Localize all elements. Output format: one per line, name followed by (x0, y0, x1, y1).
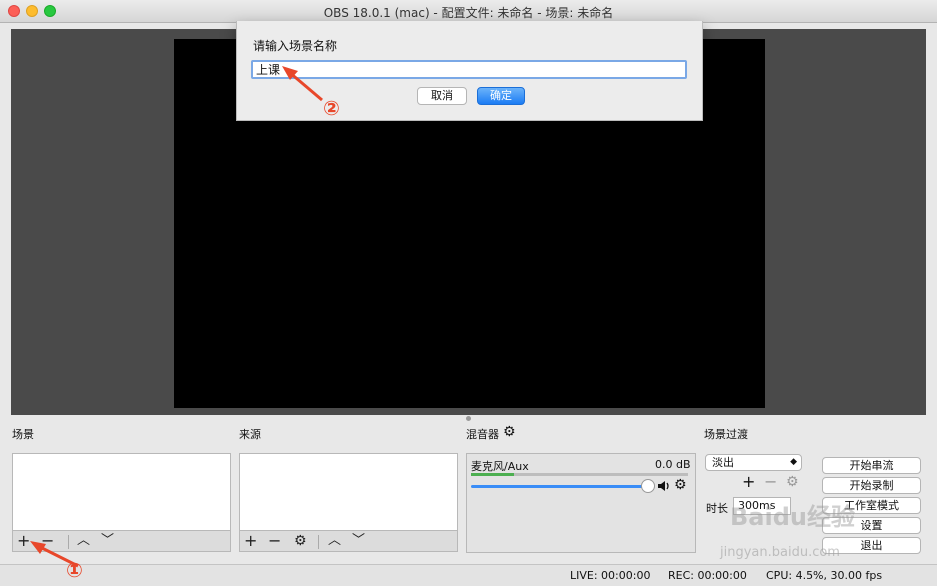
move-down-icon[interactable]: ﹀ (352, 531, 365, 551)
annotation-marker-2: ② (323, 96, 340, 120)
mixer-label: 混音器 (466, 428, 499, 441)
scene-name-input[interactable]: 上课 (251, 60, 687, 79)
scenes-toolbar: + − ︿ ﹀ (12, 530, 231, 552)
speaker-icon[interactable] (657, 480, 671, 492)
toolbar-divider (68, 535, 69, 549)
chevron-updown-icon: ◆ (790, 457, 797, 467)
cpu-status: CPU: 4.5%, 30.00 fps (766, 569, 883, 582)
add-transition-icon[interactable]: + (742, 472, 755, 491)
mixer-source-name: 麦克风/Aux (471, 460, 529, 473)
sources-label: 来源 (239, 428, 261, 441)
gear-icon[interactable]: ⚙ (294, 531, 307, 551)
start-stream-button[interactable]: 开始串流 (822, 457, 921, 474)
sources-list[interactable] (239, 453, 458, 531)
scene-name-dialog: 请输入场景名称 上课 取消 确定 (236, 21, 703, 121)
volume-meter-level (471, 473, 514, 476)
cancel-button[interactable]: 取消 (417, 87, 467, 105)
volume-slider-track[interactable] (471, 485, 649, 488)
gear-icon[interactable]: ⚙ (674, 477, 687, 493)
remove-source-icon[interactable]: − (268, 531, 281, 551)
window-title: OBS 18.0.1 (mac) - 配置文件: 未命名 - 场景: 未命名 (323, 6, 614, 20)
ok-button[interactable]: 确定 (477, 87, 525, 105)
start-record-button[interactable]: 开始录制 (822, 477, 921, 494)
remove-scene-icon[interactable]: − (41, 531, 54, 551)
watermark-url: jingyan.baidu.com (720, 545, 840, 560)
scenes-label: 场景 (12, 428, 34, 441)
transition-select-value: 淡出 (712, 456, 734, 469)
live-status: LIVE: 00:00:00 (570, 569, 651, 582)
add-scene-icon[interactable]: + (17, 531, 30, 551)
scenes-list[interactable] (12, 453, 231, 531)
remove-transition-icon[interactable]: − (764, 472, 777, 491)
annotation-marker-1: ① (66, 558, 83, 582)
move-up-icon[interactable]: ︿ (77, 531, 90, 551)
add-source-icon[interactable]: + (244, 531, 257, 551)
title-bar: OBS 18.0.1 (mac) - 配置文件: 未命名 - 场景: 未命名 (0, 0, 937, 23)
transition-select[interactable]: 淡出 ◆ (705, 454, 802, 471)
sources-toolbar: + − ⚙ ︿ ﹀ (239, 530, 458, 552)
gear-icon[interactable]: ⚙ (786, 474, 799, 490)
toolbar-divider (318, 535, 319, 549)
move-up-icon[interactable]: ︿ (328, 531, 341, 551)
move-down-icon[interactable]: ﹀ (101, 531, 114, 551)
mixer-db-value: 0.0 dB (655, 458, 691, 471)
status-bar: LIVE: 00:00:00 REC: 00:00:00 CPU: 4.5%, … (0, 564, 937, 586)
duration-label: 时长 (706, 502, 728, 515)
dialog-label: 请输入场景名称 (253, 39, 338, 53)
transitions-label: 场景过渡 (704, 428, 748, 441)
splitter-handle[interactable] (466, 416, 471, 421)
volume-slider-knob[interactable] (641, 479, 655, 493)
rec-status: REC: 00:00:00 (668, 569, 747, 582)
baidu-watermark: Baidu经验 (730, 503, 855, 531)
gear-icon[interactable]: ⚙ (503, 424, 516, 440)
